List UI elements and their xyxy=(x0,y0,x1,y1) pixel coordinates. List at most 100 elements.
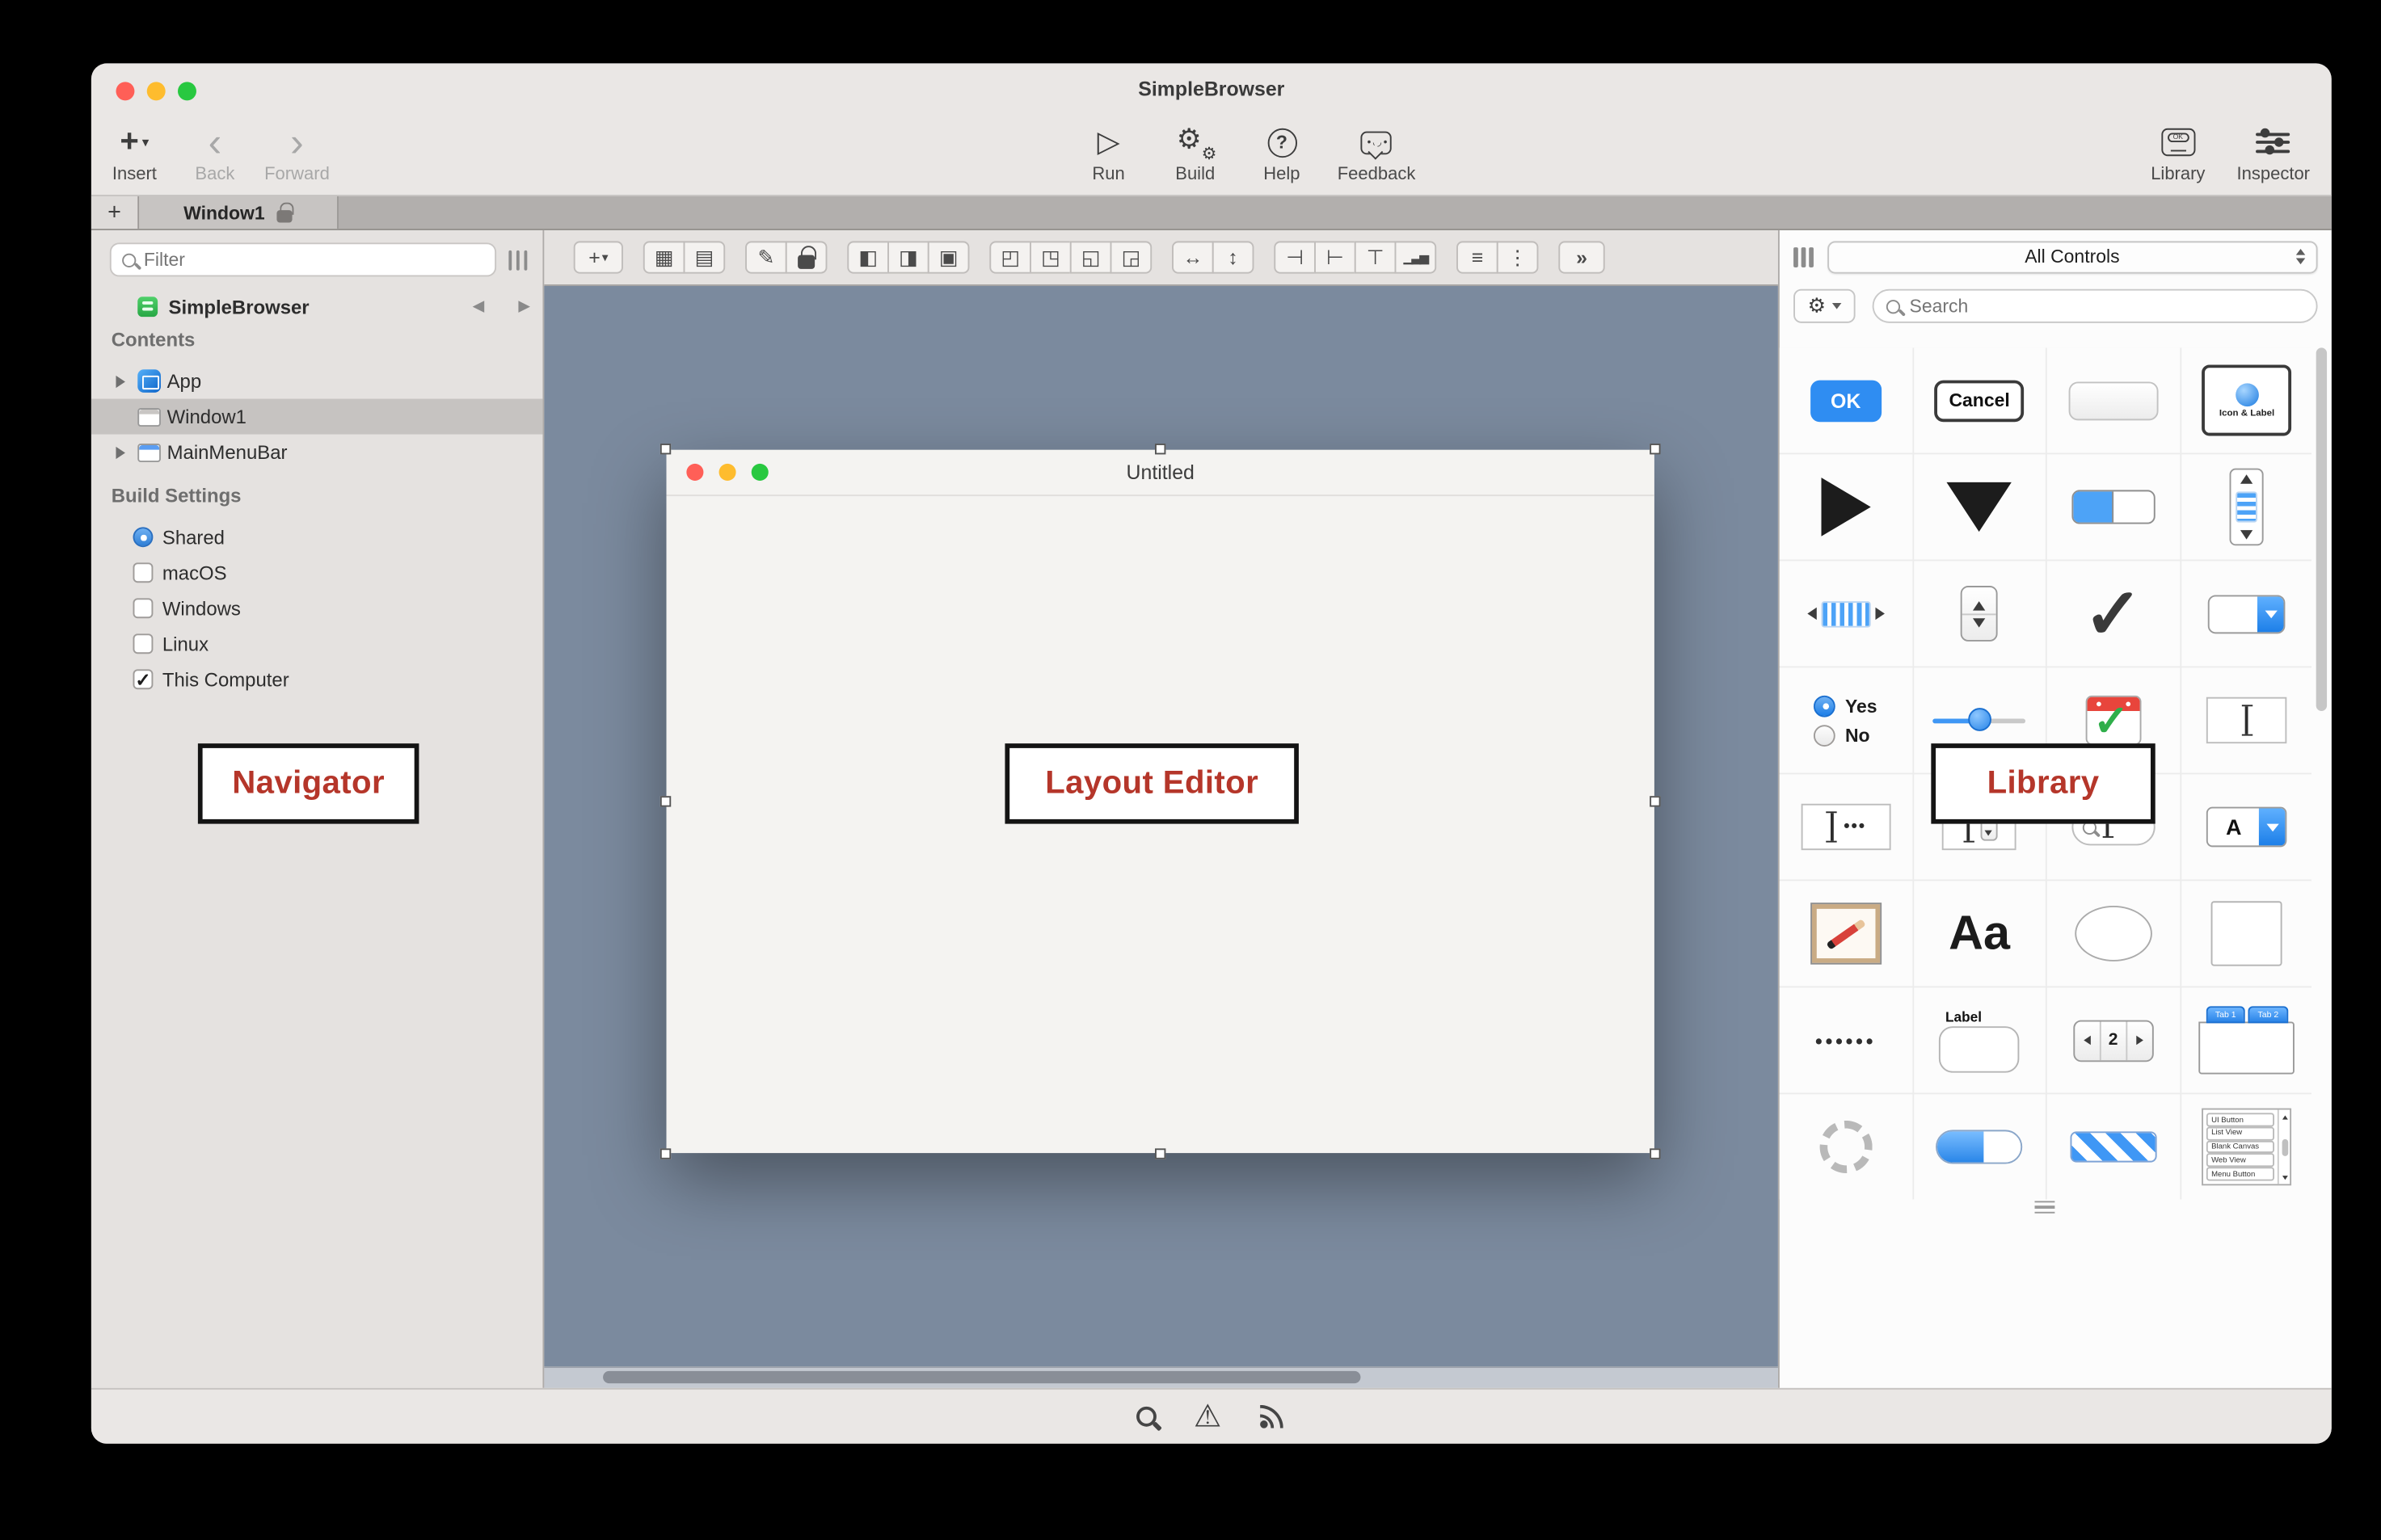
disclosure-triangle-icon[interactable] xyxy=(116,375,124,387)
run-button[interactable]: ▷ Run xyxy=(1077,122,1140,184)
library-item-image-well[interactable] xyxy=(1780,881,1912,986)
align-top-icon[interactable]: ⊤ xyxy=(1355,241,1397,273)
forward-button[interactable]: › Forward xyxy=(264,122,330,184)
library-item-oval[interactable] xyxy=(2047,881,2180,986)
radio-button[interactable] xyxy=(133,527,154,547)
filter-field[interactable] xyxy=(110,242,495,276)
library-item-pager[interactable]: 2 xyxy=(2047,987,2180,1092)
build-button[interactable]: ⚙⚙ Build xyxy=(1164,122,1226,184)
feedback-button[interactable]: •◡• Feedback xyxy=(1338,122,1416,184)
history-back-icon[interactable]: ◀ xyxy=(473,298,485,315)
checkbox[interactable] xyxy=(133,562,154,583)
library-resize-handle[interactable] xyxy=(1780,1199,2310,1214)
build-option-this-computer[interactable]: ✓ This Computer xyxy=(91,662,543,697)
align-left-icon[interactable]: ⊣ xyxy=(1274,241,1316,273)
project-row[interactable]: SimpleBrowser ◀ ▶ xyxy=(91,289,543,325)
more-vertical-icon[interactable]: ⋮ xyxy=(1497,241,1539,273)
checkbox[interactable] xyxy=(133,598,154,618)
panel-toggle-icon[interactable] xyxy=(1793,246,1813,267)
library-search-input[interactable] xyxy=(1910,295,2304,317)
equal-width-icon[interactable]: ↔ xyxy=(1172,241,1214,273)
column-toggle-icon[interactable] xyxy=(508,250,527,270)
resize-handle[interactable] xyxy=(1154,1148,1165,1159)
library-item-text-field[interactable] xyxy=(2181,667,2313,772)
library-item-token-field[interactable]: ••• xyxy=(1780,774,1912,879)
resize-handle[interactable] xyxy=(1650,795,1660,806)
horizontal-scrollbar-thumb[interactable] xyxy=(603,1371,1360,1383)
library-item-box[interactable] xyxy=(2181,881,2313,986)
library-item-progress-spinner[interactable] xyxy=(1780,1094,1912,1199)
library-item-segmented-control[interactable] xyxy=(2047,454,2180,559)
back-button[interactable]: ‹ Back xyxy=(184,122,247,184)
filter-input[interactable] xyxy=(144,249,483,271)
library-item-label[interactable]: Label xyxy=(1913,987,2046,1092)
arrange-left-icon[interactable]: ◧ xyxy=(847,241,889,273)
checkbox-checked[interactable]: ✓ xyxy=(133,669,154,689)
outline-view-icon[interactable]: ▤ xyxy=(684,241,726,273)
library-scrollbar-thumb[interactable] xyxy=(2316,347,2327,711)
equal-height-icon[interactable]: ↕ xyxy=(1212,241,1254,273)
rss-icon[interactable] xyxy=(1258,1404,1286,1429)
library-item-tab-view[interactable]: Tab 1Tab 2 xyxy=(2181,987,2313,1092)
resize-handle[interactable] xyxy=(660,444,671,454)
library-item-disclosure-play[interactable] xyxy=(1780,454,1912,559)
library-item-combo-box[interactable]: A xyxy=(2181,774,2313,879)
embed-top-right-icon[interactable]: ◳ xyxy=(1030,241,1072,273)
library-item-push-button-cancel[interactable]: Cancel xyxy=(1913,347,2046,452)
tree-item-mainmenubar[interactable]: MainMenuBar xyxy=(91,435,543,470)
library-item-text-style[interactable]: Aa xyxy=(1913,881,2046,986)
history-forward-icon[interactable]: ▶ xyxy=(518,298,530,315)
library-item-stepper[interactable] xyxy=(1913,561,2046,666)
add-tab-button[interactable]: + xyxy=(91,196,139,229)
embed-bottom-right-icon[interactable]: ◲ xyxy=(1110,241,1153,273)
design-canvas[interactable]: Untitled xyxy=(544,286,1778,1366)
horizontal-scrollbar-track[interactable] xyxy=(544,1366,1778,1388)
chart-icon[interactable]: ▁▃▅ xyxy=(1395,241,1437,273)
insert-button[interactable]: +▾ Insert xyxy=(103,122,166,184)
tree-item-window1[interactable]: Window1 xyxy=(91,399,543,435)
resize-handle[interactable] xyxy=(660,1148,671,1159)
build-option-macos[interactable]: macOS xyxy=(91,555,543,591)
zoom-search-icon[interactable] xyxy=(1136,1407,1157,1427)
lock-icon[interactable] xyxy=(786,241,828,273)
embed-bottom-left-icon[interactable]: ◱ xyxy=(1070,241,1112,273)
build-option-linux[interactable]: Linux xyxy=(91,626,543,662)
resize-handle[interactable] xyxy=(1650,444,1660,454)
library-item-horizontal-scroller[interactable] xyxy=(1780,561,1912,666)
build-option-shared[interactable]: Shared xyxy=(91,520,543,555)
toolbar-overflow-button[interactable]: » xyxy=(1558,241,1604,273)
align-right-icon[interactable]: ⊢ xyxy=(1314,241,1356,273)
pencil-icon[interactable]: ✎ xyxy=(745,241,787,273)
library-item-radio-group[interactable]: Yes No xyxy=(1780,667,1912,772)
controls-filter-popup[interactable]: All Controls xyxy=(1827,240,2317,272)
warning-icon[interactable]: ⚠ xyxy=(1194,1401,1221,1432)
library-item-disclosure-down[interactable] xyxy=(1913,454,2046,559)
library-item-push-button-ok[interactable]: OK xyxy=(1780,347,1912,452)
library-item-rounded-button[interactable] xyxy=(2047,347,2180,452)
library-item-vertical-scroller[interactable] xyxy=(2181,454,2313,559)
add-control-button[interactable]: +▾ xyxy=(574,241,623,273)
inspector-button[interactable]: Inspector xyxy=(2237,122,2311,184)
resize-handle[interactable] xyxy=(1154,444,1165,454)
library-item-progress-capsule[interactable] xyxy=(1913,1094,2046,1199)
disclosure-triangle-icon[interactable] xyxy=(116,446,124,458)
library-button[interactable]: OK Library xyxy=(2147,122,2210,184)
library-item-popup-button[interactable] xyxy=(2181,561,2313,666)
library-item-list-view[interactable]: UI Button List View Blank Canvas Web Vie… xyxy=(2181,1094,2313,1199)
resize-handle[interactable] xyxy=(660,795,671,806)
checkbox[interactable] xyxy=(133,633,154,654)
tree-item-app[interactable]: App xyxy=(91,364,543,399)
embed-top-left-icon[interactable]: ◰ xyxy=(989,241,1031,273)
library-item-secure-text-field[interactable]: •••••• xyxy=(1780,987,1912,1092)
library-options-button[interactable]: ⚙ xyxy=(1793,289,1856,323)
library-search-field[interactable] xyxy=(1873,289,2318,323)
resize-handle[interactable] xyxy=(1650,1148,1660,1159)
library-item-icon-label-button[interactable]: Icon & Label xyxy=(2181,347,2313,452)
arrange-right-icon[interactable]: ◨ xyxy=(887,241,929,273)
grid-view-icon[interactable]: ▦ xyxy=(643,241,685,273)
help-button[interactable]: ? Help xyxy=(1251,122,1313,184)
arrange-center-icon[interactable]: ▣ xyxy=(928,241,970,273)
tab-window1[interactable]: Window1 xyxy=(139,196,339,229)
design-window-titlebar[interactable]: Untitled xyxy=(667,450,1654,496)
build-option-windows[interactable]: Windows xyxy=(91,591,543,626)
